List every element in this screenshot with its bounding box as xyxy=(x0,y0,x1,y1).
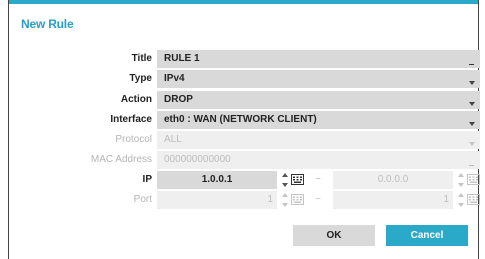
keyboard-icon[interactable] xyxy=(291,174,304,185)
keyboard-icon[interactable] xyxy=(467,174,480,185)
action-select[interactable]: DROP xyxy=(157,91,480,109)
title-input[interactable]: RULE 1 xyxy=(157,50,480,68)
ip-row: IP 1.0.0.1 ~ 0.0.0.0 xyxy=(9,171,480,189)
keyboard-icon[interactable] xyxy=(291,194,304,205)
chevron-down-icon xyxy=(469,81,475,85)
ip-to-value: 0.0.0.0 xyxy=(333,171,453,189)
port-row: Port 1 ~ 1 xyxy=(9,191,480,209)
spinner-up-icon xyxy=(458,173,464,177)
ip-label: IP xyxy=(142,174,152,185)
protocol-select[interactable]: ALL xyxy=(157,131,480,149)
port-from-value: 1 xyxy=(157,191,277,209)
port-to-input[interactable]: 1 xyxy=(333,191,480,209)
cancel-button[interactable]: Cancel xyxy=(386,225,468,246)
mac-row: MAC Address 000000000000 xyxy=(9,151,480,169)
protocol-label: Protocol xyxy=(115,134,152,145)
type-value: IPv4 xyxy=(164,73,185,84)
spinner-arrows-icon[interactable] xyxy=(281,191,289,209)
spinner-down-icon xyxy=(282,203,288,207)
spinner-up-icon xyxy=(282,193,288,197)
port-from-input[interactable]: 1 xyxy=(157,191,304,209)
type-select[interactable]: IPv4 xyxy=(157,70,480,88)
protocol-row: Protocol ALL xyxy=(9,131,480,149)
keyboard-icon[interactable] xyxy=(467,194,480,205)
type-row: Type IPv4 xyxy=(9,70,480,88)
chevron-down-icon xyxy=(469,142,475,146)
mac-input[interactable]: 000000000000 xyxy=(157,151,480,169)
action-row: Action DROP xyxy=(9,91,480,109)
title-value: RULE 1 xyxy=(164,53,200,64)
dialog-title: New Rule xyxy=(21,17,74,31)
ip-to-input[interactable]: 0.0.0.0 xyxy=(333,171,480,189)
interface-select[interactable]: eth0 : WAN (NETWORK CLIENT) xyxy=(157,111,480,129)
spinner-up-icon xyxy=(282,173,288,177)
interface-label: Interface xyxy=(110,114,152,125)
action-label: Action xyxy=(120,94,152,105)
spinner-down-icon xyxy=(282,183,288,187)
text-cursor-icon xyxy=(469,64,474,65)
port-to-value: 1 xyxy=(333,191,453,209)
spinner-arrows-icon[interactable] xyxy=(281,171,289,189)
port-range-separator: ~ xyxy=(315,194,321,205)
spinner-arrows-icon[interactable] xyxy=(457,171,465,189)
ip-from-value: 1.0.0.1 xyxy=(157,171,277,189)
chevron-down-icon xyxy=(469,102,475,106)
protocol-value: ALL xyxy=(164,134,182,145)
spinner-arrows-icon[interactable] xyxy=(457,191,465,209)
spinner-down-icon xyxy=(458,203,464,207)
spinner-down-icon xyxy=(458,183,464,187)
title-label: Title xyxy=(131,53,152,64)
title-row: Title RULE 1 xyxy=(9,50,480,68)
interface-value: eth0 : WAN (NETWORK CLIENT) xyxy=(164,114,317,125)
action-value: DROP xyxy=(164,94,193,105)
ok-button[interactable]: OK xyxy=(293,225,375,246)
chevron-down-icon xyxy=(469,122,475,126)
spinner-up-icon xyxy=(458,193,464,197)
new-rule-dialog: New Rule Title RULE 1 Type IPv4 Action D… xyxy=(8,0,480,259)
ip-from-input[interactable]: 1.0.0.1 xyxy=(157,171,304,189)
interface-row: Interface eth0 : WAN (NETWORK CLIENT) xyxy=(9,111,480,129)
mac-value: 000000000000 xyxy=(164,154,231,165)
dialog-top-accent-bar xyxy=(9,0,478,4)
mac-label: MAC Address xyxy=(90,154,152,165)
ip-range-separator: ~ xyxy=(315,174,321,185)
text-cursor-icon xyxy=(469,165,474,166)
type-label: Type xyxy=(129,73,152,84)
port-label: Port xyxy=(133,194,152,205)
